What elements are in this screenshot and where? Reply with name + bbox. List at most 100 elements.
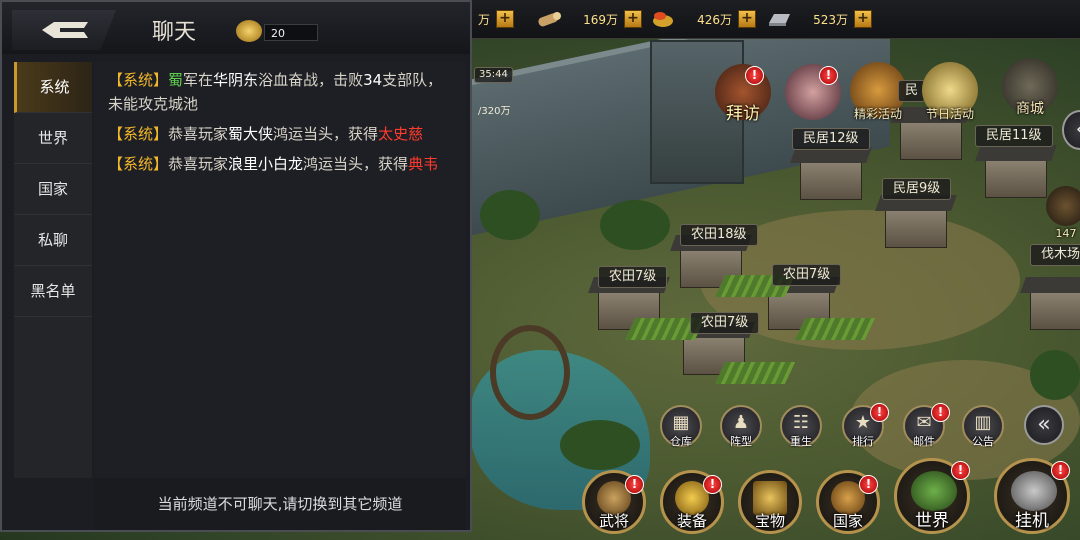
crossed-axes-icon — [1011, 471, 1057, 511]
tab-world[interactable]: 世界 — [14, 113, 92, 164]
horn-count: 20 — [264, 24, 318, 41]
message-text: 蜀 — [168, 71, 184, 89]
tree — [1030, 350, 1080, 400]
house[interactable] — [900, 120, 962, 160]
building-label[interactable]: 民居9级 — [882, 178, 952, 200]
building-label[interactable]: 民居12级 — [792, 128, 870, 150]
notification-badge: ! — [745, 66, 764, 85]
minju-partial-label: 民 — [898, 80, 926, 102]
chat-channel-tabs: 系统 世界 国家 私聊 黑名单 — [14, 62, 92, 478]
add-resource-button[interactable]: + — [496, 10, 514, 28]
farm-field — [794, 318, 876, 340]
tab-private[interactable]: 私聊 — [14, 215, 92, 266]
tree — [560, 420, 640, 470]
waterwheel — [490, 325, 570, 420]
chat-header: 聊天 20 — [2, 2, 470, 54]
building-label[interactable]: 农田7级 — [690, 312, 760, 334]
horn-icon — [236, 20, 262, 42]
world-button[interactable]: 世界 ! — [894, 458, 970, 534]
resource-bar: 万 + 169万 + 426万 + 523万 + — [470, 0, 1080, 39]
idle-button[interactable]: 挂机 ! — [994, 458, 1070, 534]
tab-system[interactable]: 系统 — [14, 62, 92, 113]
system-tag: 【系统】 — [108, 125, 169, 143]
formation-icon: ♟ — [732, 412, 750, 433]
rebirth-button[interactable]: ☷ 重生 — [780, 405, 822, 448]
chat-disabled-notice: 当前频道不可聊天,请切换到其它频道 — [94, 478, 466, 530]
system-tag: 【系统】 — [108, 155, 169, 173]
resource-grain: 426万 + — [650, 8, 756, 30]
generals-button[interactable]: 武将 ! — [582, 470, 646, 534]
formation-button[interactable]: ♟ 阵型 — [720, 405, 762, 448]
wood-log-icon — [538, 12, 561, 27]
message-text: 华阴东 — [213, 71, 259, 89]
resource-partial: 万 + — [472, 8, 514, 30]
message-text: 恭喜玩家 — [168, 125, 229, 143]
beauty-event-button[interactable]: ! — [785, 64, 841, 120]
visit-event-button[interactable]: 拜访 ! — [715, 64, 771, 124]
add-iron-button[interactable]: + — [854, 10, 872, 28]
message-text: 鸿运当头，获得 — [303, 155, 409, 173]
notification-badge: ! — [819, 66, 838, 85]
tab-nation[interactable]: 国家 — [14, 164, 92, 215]
message-text: 军在 — [183, 71, 214, 89]
add-grain-button[interactable]: + — [738, 10, 756, 28]
grain-icon — [653, 12, 673, 27]
house[interactable] — [985, 158, 1047, 198]
lumber-mill[interactable] — [1030, 290, 1080, 330]
chat-panel: 聊天 20 系统 世界 国家 私聊 黑名单 【系统】蜀军在华阴东浴血奋战，击败3… — [0, 0, 472, 532]
building-label[interactable]: 农田7级 — [772, 264, 842, 286]
message-text: 恭喜玩家 — [168, 155, 229, 173]
collapse-menu-button[interactable]: « — [1024, 405, 1064, 445]
chat-message: 【系统】蜀军在华阴东浴血奋战，击败34支部队，未能攻克城池 — [108, 68, 454, 116]
notification-badge: ! — [931, 403, 950, 422]
house[interactable] — [885, 208, 947, 248]
nation-button[interactable]: 国家 ! — [816, 470, 880, 534]
resource-iron: 523万 + — [766, 8, 872, 30]
message-text: 浪里小白龙 — [228, 155, 304, 173]
message-text: 太史慈 — [378, 125, 424, 143]
festival-event-button[interactable]: 节日活动 — [922, 62, 978, 121]
building-label[interactable]: 伐木场 — [1030, 244, 1080, 266]
notification-badge: ! — [703, 475, 722, 494]
partial-timer: 35:44 — [474, 67, 513, 83]
rebirth-icon: ☷ — [792, 412, 810, 433]
equipment-button[interactable]: 装备 ! — [660, 470, 724, 534]
building-label[interactable]: 民居11级 — [975, 125, 1053, 147]
chat-message: 【系统】恭喜玩家浪里小白龙鸿运当头，获得典韦 — [108, 152, 454, 176]
chat-message: 【系统】恭喜玩家蜀大侠鸿运当头，获得太史慈 — [108, 122, 454, 146]
announcement-button[interactable]: ▥ 公告 — [962, 405, 1004, 448]
building-label[interactable]: 农田7级 — [598, 266, 668, 288]
system-tag: 【系统】 — [108, 71, 169, 89]
tree — [600, 200, 670, 250]
add-wood-button[interactable]: + — [624, 10, 642, 28]
message-text: 典韦 — [408, 155, 439, 173]
notification-badge: ! — [1051, 461, 1070, 480]
message-text: 34 — [363, 71, 383, 89]
message-text: 鸿运当头，获得 — [273, 125, 379, 143]
shop-button[interactable]: 商城 — [1002, 58, 1058, 117]
back-arrow-icon — [42, 22, 88, 38]
mail-button[interactable]: ✉ 邮件 ! — [903, 403, 950, 448]
message-text: 蜀大侠 — [228, 125, 274, 143]
warehouse-icon: ▦ — [672, 412, 690, 433]
notification-badge: ! — [951, 461, 970, 480]
message-text: 浴血奋战，击败 — [258, 71, 364, 89]
building-label[interactable]: 农田18级 — [680, 224, 758, 246]
house[interactable] — [800, 160, 862, 200]
notification-badge: ! — [859, 475, 878, 494]
chat-title: 聊天 — [152, 20, 197, 45]
notification-badge: ! — [625, 475, 644, 494]
warehouse-button[interactable]: ▦ 仓库 — [660, 405, 702, 448]
tree — [480, 190, 540, 240]
announcement-icon: ▥ — [974, 412, 992, 433]
treasure-button[interactable]: 宝物 — [738, 470, 802, 534]
ranking-button[interactable]: ★ 排行 ! — [842, 403, 889, 448]
farm-field — [714, 362, 796, 384]
chat-message-list[interactable]: 【系统】蜀军在华阴东浴血奋战，击败34支部队，未能攻克城池 【系统】恭喜玩家蜀大侠… — [94, 62, 466, 478]
notification-badge: ! — [870, 403, 889, 422]
scroll-icon[interactable]: 147 — [1046, 186, 1080, 240]
back-button[interactable] — [12, 10, 116, 50]
tab-blacklist[interactable]: 黑名单 — [14, 266, 92, 317]
iron-ingot-icon — [769, 14, 790, 26]
world-map-icon — [911, 471, 957, 511]
